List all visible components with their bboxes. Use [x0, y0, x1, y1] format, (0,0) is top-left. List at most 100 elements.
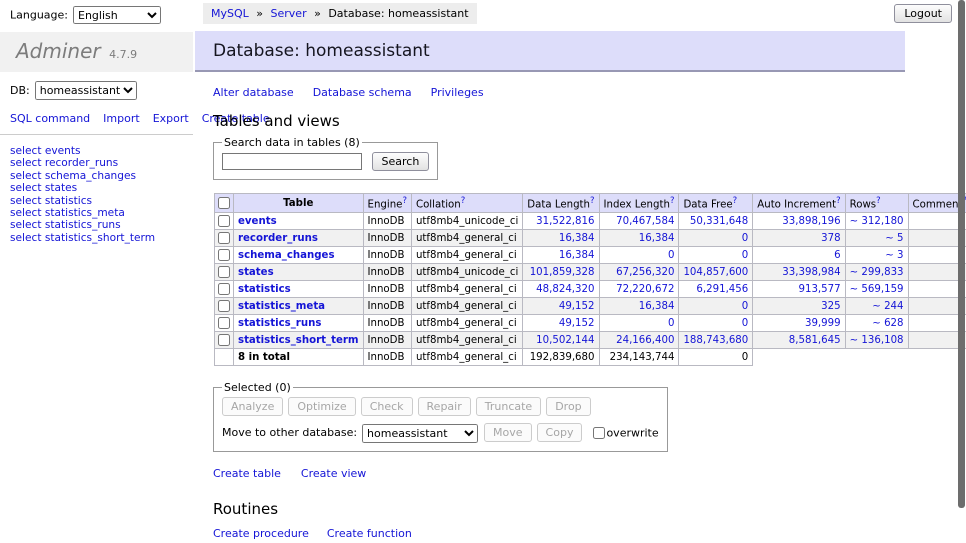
table-name-link[interactable]: statistics_short_term — [238, 335, 359, 346]
column-help-link-index-length[interactable]: ? — [670, 196, 675, 206]
vertical-scrollbar-thumb[interactable] — [958, 0, 965, 508]
rows-link[interactable]: ~ 136,108 — [850, 335, 904, 346]
row-checkbox[interactable] — [218, 334, 230, 346]
auto-increment-link[interactable]: 39,999 — [805, 318, 841, 329]
app-name[interactable]: Adminer — [16, 39, 101, 63]
sidebar-link-select-statistics-runs[interactable]: select statistics_runs — [10, 219, 193, 231]
check-button[interactable]: Check — [361, 397, 413, 416]
data-length-link[interactable]: 16,384 — [559, 233, 595, 244]
create-view-link[interactable]: Create view — [301, 467, 366, 480]
auto-increment-link[interactable]: 378 — [821, 233, 840, 244]
column-help-link-collation[interactable]: ? — [461, 196, 466, 206]
overwrite-checkbox[interactable] — [593, 427, 605, 439]
rows-link[interactable]: ~ 312,180 — [850, 216, 904, 227]
index-length-link[interactable]: 16,384 — [639, 233, 675, 244]
sidebar-link-sql-command[interactable]: SQL command — [10, 112, 90, 125]
data-free-link[interactable]: 104,857,600 — [683, 267, 748, 278]
rows-link[interactable]: ~ 299,833 — [850, 267, 904, 278]
data-free-link[interactable]: 0 — [742, 233, 748, 244]
data-length-link[interactable]: 49,152 — [559, 318, 595, 329]
auto-increment-link[interactable]: 33,398,984 — [782, 267, 840, 278]
breadcrumb-link-server[interactable]: Server — [271, 7, 307, 20]
column-help-link-auto-increment[interactable]: ? — [836, 196, 841, 206]
index-length-link[interactable]: 0 — [668, 250, 674, 261]
row-checkbox[interactable] — [218, 317, 230, 329]
auto-increment-link[interactable]: 913,577 — [798, 284, 840, 295]
analyze-button[interactable]: Analyze — [222, 397, 283, 416]
truncate-button[interactable]: Truncate — [476, 397, 541, 416]
select-all-checkbox[interactable] — [218, 197, 230, 209]
create-function-link[interactable]: Create function — [327, 527, 412, 540]
column-help-link-rows[interactable]: ? — [876, 196, 881, 206]
repair-button[interactable]: Repair — [418, 397, 471, 416]
auto-increment-link[interactable]: 6 — [834, 250, 840, 261]
breadcrumb-link-mysql[interactable]: MySQL — [211, 7, 249, 20]
data-free-link[interactable]: 6,291,456 — [696, 284, 748, 295]
move-button[interactable]: Move — [484, 423, 532, 442]
data-free-link[interactable]: 0 — [742, 301, 748, 312]
sidebar-link-select-states[interactable]: select states — [10, 182, 193, 194]
index-length-link[interactable]: 70,467,584 — [616, 216, 674, 227]
rows-link[interactable]: ~ 3 — [885, 250, 903, 261]
auto-increment-link[interactable]: 8,581,645 — [789, 335, 841, 346]
column-help-link-engine[interactable]: ? — [402, 196, 407, 206]
index-length-link[interactable]: 0 — [668, 318, 674, 329]
logout-button[interactable]: Logout — [894, 4, 952, 23]
table-name-link[interactable]: statistics_runs — [238, 318, 321, 329]
table-name-link[interactable]: states — [238, 267, 274, 278]
table-name-link[interactable]: statistics_meta — [238, 301, 325, 312]
optimize-button[interactable]: Optimize — [288, 397, 355, 416]
data-free-link[interactable]: 50,331,648 — [690, 216, 748, 227]
nav-link-alter-database[interactable]: Alter database — [213, 86, 294, 99]
sidebar-link-select-recorder-runs[interactable]: select recorder_runs — [10, 157, 193, 169]
create-table-link[interactable]: Create table — [213, 467, 281, 480]
sidebar-link-select-schema-changes[interactable]: select schema_changes — [10, 170, 193, 182]
row-checkbox[interactable] — [218, 232, 230, 244]
table-name-link[interactable]: events — [238, 216, 277, 227]
index-length-link[interactable]: 16,384 — [639, 301, 675, 312]
move-database-select[interactable]: homeassistant — [362, 424, 478, 443]
row-checkbox[interactable] — [218, 249, 230, 261]
sidebar-link-select-events[interactable]: select events — [10, 145, 193, 157]
rows-link[interactable]: ~ 244 — [872, 301, 903, 312]
data-free-link[interactable]: 188,743,680 — [683, 335, 748, 346]
row-checkbox[interactable] — [218, 266, 230, 278]
sidebar-link-export[interactable]: Export — [153, 112, 189, 125]
data-length-link[interactable]: 10,502,144 — [536, 335, 594, 346]
rows-link[interactable]: ~ 569,159 — [850, 284, 904, 295]
row-checkbox[interactable] — [218, 283, 230, 295]
nav-link-database-schema[interactable]: Database schema — [313, 86, 412, 99]
data-length-link[interactable]: 101,859,328 — [530, 267, 595, 278]
table-name-link[interactable]: recorder_runs — [238, 233, 318, 244]
data-free-link[interactable]: 0 — [742, 318, 748, 329]
data-length-link[interactable]: 48,824,320 — [536, 284, 594, 295]
search-input[interactable] — [222, 153, 362, 170]
data-length-link[interactable]: 31,522,816 — [536, 216, 594, 227]
search-button[interactable]: Search — [372, 152, 430, 171]
nav-link-privileges[interactable]: Privileges — [431, 86, 484, 99]
data-length-link[interactable]: 49,152 — [559, 301, 595, 312]
table-name-link[interactable]: statistics — [238, 284, 291, 295]
rows-link[interactable]: ~ 5 — [885, 233, 903, 244]
auto-increment-link[interactable]: 325 — [821, 301, 840, 312]
db-select[interactable]: homeassistant — [35, 81, 137, 100]
sidebar-link-select-statistics-meta[interactable]: select statistics_meta — [10, 207, 193, 219]
data-free-link[interactable]: 0 — [742, 250, 748, 261]
table-name-link[interactable]: schema_changes — [238, 250, 335, 261]
auto-increment-link[interactable]: 33,898,196 — [782, 216, 840, 227]
rows-link[interactable]: ~ 628 — [872, 318, 903, 329]
data-length-link[interactable]: 16,384 — [559, 250, 595, 261]
language-select[interactable]: English — [73, 6, 161, 24]
sidebar-link-import[interactable]: Import — [103, 112, 140, 125]
row-checkbox[interactable] — [218, 300, 230, 312]
sidebar-link-select-statistics-short-term[interactable]: select statistics_short_term — [10, 232, 193, 244]
copy-button[interactable]: Copy — [537, 423, 583, 442]
row-checkbox[interactable] — [218, 215, 230, 227]
index-length-link[interactable]: 72,220,672 — [616, 284, 674, 295]
column-help-link-data-length[interactable]: ? — [590, 196, 595, 206]
create-procedure-link[interactable]: Create procedure — [213, 527, 309, 540]
sidebar-link-select-statistics[interactable]: select statistics — [10, 195, 193, 207]
drop-button[interactable]: Drop — [546, 397, 590, 416]
index-length-link[interactable]: 24,166,400 — [616, 335, 674, 346]
column-help-link-data-free[interactable]: ? — [733, 196, 738, 206]
